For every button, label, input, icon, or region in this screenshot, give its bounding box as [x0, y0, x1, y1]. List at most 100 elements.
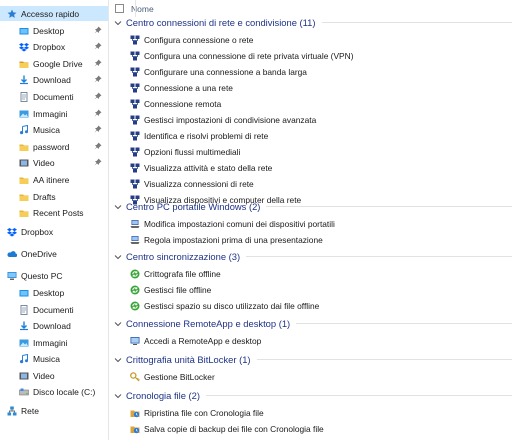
network-center-icon [130, 51, 140, 61]
bitlocker-icon [130, 372, 140, 382]
control-panel-task[interactable]: Configurare una connessione a banda larg… [130, 65, 307, 79]
nav-item-label: Video [33, 157, 55, 168]
group-header[interactable]: Crittografia unità BitLocker (1) [114, 352, 512, 366]
control-panel-task[interactable]: Opzioni flussi multimediali [130, 145, 240, 159]
nav-item[interactable]: Musica [0, 351, 108, 366]
dropbox-folder-icon [19, 42, 29, 52]
control-panel-task[interactable]: Configura connessione o rete [130, 33, 253, 47]
remoteapp-icon [130, 336, 140, 346]
control-panel-task[interactable]: Salva copie di backup dei file con Crono… [130, 422, 324, 436]
nav-item[interactable]: Dropbox [0, 39, 108, 54]
nav-item[interactable]: Download [0, 318, 108, 333]
group-header[interactable]: Centro connessioni di rete e condivision… [114, 15, 512, 29]
control-panel-task[interactable]: Regola impostazioni prima di una present… [130, 233, 323, 247]
group-title: Centro PC portatile Windows (2) [126, 200, 261, 212]
control-panel-task[interactable]: Identifica e risolvi problemi di rete [130, 129, 268, 143]
folder-icon [19, 142, 29, 152]
nav-item-label: Desktop [33, 25, 65, 36]
chevron-down-icon[interactable] [114, 355, 122, 363]
nav-item[interactable]: Download [0, 72, 108, 87]
nav-item[interactable]: Desktop [0, 285, 108, 300]
nav-item[interactable]: Immagini [0, 106, 108, 121]
network-center-icon [130, 115, 140, 125]
pin-icon[interactable] [94, 142, 102, 150]
pin-icon[interactable] [94, 75, 102, 83]
nav-item[interactable]: Desktop [0, 23, 108, 38]
nav-item[interactable]: Disco locale (C:) [0, 384, 108, 399]
task-label: Connessione a una rete [144, 83, 233, 93]
nav-item[interactable]: Rete [0, 403, 108, 418]
control-panel-task[interactable]: Configura una connessione di rete privat… [130, 49, 354, 63]
control-panel-task[interactable]: Gestisci file offline [130, 283, 211, 297]
desktop-folder-icon [19, 288, 29, 298]
pin-icon[interactable] [94, 59, 102, 67]
pictures-folder-icon [19, 109, 29, 119]
content-pane: Nome Centro connessioni di rete e condiv… [110, 0, 512, 440]
pin-icon[interactable] [94, 92, 102, 100]
nav-item-label: Drafts [33, 191, 56, 202]
nav-item-label: Download [33, 74, 71, 85]
control-panel-task[interactable]: Modifica impostazioni comuni dei disposi… [130, 217, 335, 231]
nav-item-label: Recent Posts [33, 207, 84, 218]
nav-item[interactable]: Immagini [0, 335, 108, 350]
nav-item[interactable]: Recent Posts [0, 205, 108, 220]
control-panel-task[interactable]: Accedi a RemoteApp e desktop [130, 334, 261, 348]
group-header[interactable]: Centro sincronizzazione (3) [114, 249, 512, 263]
nav-item-label: Immagini [33, 337, 68, 348]
pin-icon[interactable] [94, 109, 102, 117]
control-panel-task[interactable]: Visualizza connessioni di rete [130, 177, 254, 191]
task-label: Gestisci file offline [144, 285, 212, 295]
control-panel-task[interactable]: Connessione remota [130, 97, 221, 111]
chevron-down-icon[interactable] [114, 391, 122, 399]
nav-item[interactable]: Dropbox [0, 224, 108, 239]
task-label: Regola impostazioni prima di una present… [144, 235, 323, 245]
mobility-center-icon [130, 219, 140, 229]
folder-icon [19, 192, 29, 202]
group-header[interactable]: Centro PC portatile Windows (2) [114, 199, 512, 213]
nav-item[interactable]: AA itinere [0, 172, 108, 187]
pin-icon[interactable] [94, 26, 102, 34]
chevron-down-icon[interactable] [114, 18, 122, 26]
nav-item[interactable]: Google Drive [0, 56, 108, 71]
nav-item[interactable]: Accesso rapido [0, 6, 108, 21]
control-panel-task[interactable]: Connessione a una rete [130, 81, 233, 95]
network-center-icon [130, 131, 140, 141]
chevron-down-icon[interactable] [114, 252, 122, 260]
nav-item-label: Rete [21, 405, 39, 416]
group-header[interactable]: Cronologia file (2) [114, 388, 512, 402]
control-panel-task[interactable]: Visualizza attività e stato della rete [130, 161, 272, 175]
download-folder-icon [19, 75, 29, 85]
control-panel-task[interactable]: Gestisci impostazioni di condivisione av… [130, 113, 316, 127]
chevron-down-icon[interactable] [114, 319, 122, 327]
google-drive-folder-icon [19, 59, 29, 69]
nav-item-label: OneDrive [21, 248, 57, 259]
group-title: Connessione RemoteApp e desktop (1) [126, 317, 291, 329]
nav-item[interactable]: OneDrive [0, 246, 108, 261]
nav-item[interactable]: Documenti [0, 302, 108, 317]
folder-icon [19, 175, 29, 185]
nav-item[interactable]: Musica [0, 122, 108, 137]
chevron-down-icon[interactable] [114, 202, 122, 210]
pin-icon[interactable] [94, 125, 102, 133]
network-center-icon [130, 67, 140, 77]
documents-folder-icon [19, 91, 29, 102]
select-all-checkbox[interactable] [115, 4, 124, 13]
nav-item[interactable]: Video [0, 155, 108, 170]
nav-item[interactable]: Drafts [0, 189, 108, 204]
nav-item-label: Accesso rapido [21, 8, 80, 19]
nav-item-label: Documenti [33, 304, 74, 315]
task-label: Connessione remota [144, 99, 222, 109]
control-panel-task[interactable]: Gestisci spazio su disco utilizzato dai … [130, 299, 319, 313]
pin-icon[interactable] [94, 158, 102, 166]
video-folder-icon [19, 158, 29, 168]
control-panel-task[interactable]: Crittografa file offline [130, 267, 221, 281]
nav-item[interactable]: Documenti [0, 89, 108, 104]
nav-item[interactable]: Questo PC [0, 268, 108, 283]
control-panel-task[interactable]: Gestione BitLocker [130, 370, 215, 384]
control-panel-task[interactable]: Ripristina file con Cronologia file [130, 406, 264, 420]
pin-icon[interactable] [94, 42, 102, 50]
group-divider [296, 322, 512, 324]
nav-item[interactable]: Video [0, 368, 108, 383]
group-header[interactable]: Connessione RemoteApp e desktop (1) [114, 316, 512, 330]
nav-item[interactable]: password [0, 139, 108, 154]
